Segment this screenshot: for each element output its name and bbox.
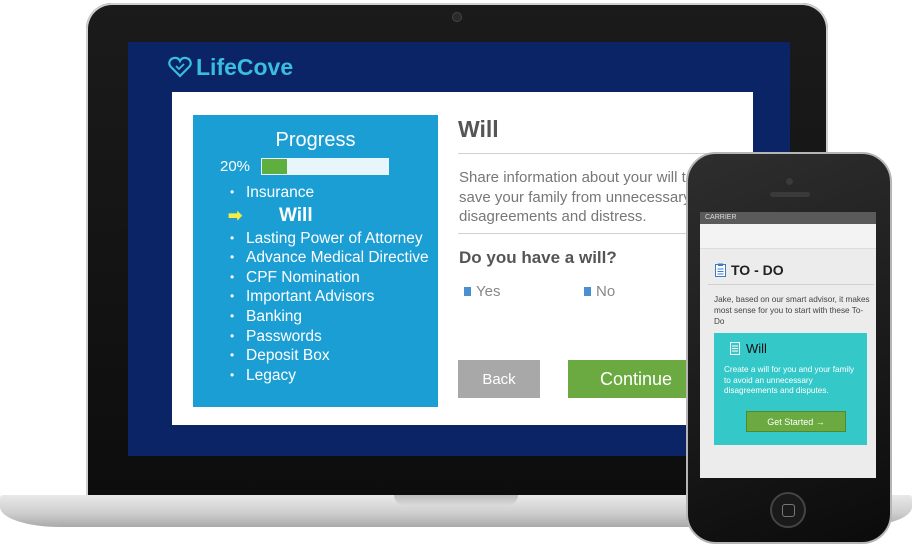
step-item-insurance[interactable]: • Insurance <box>228 183 429 203</box>
status-bar: CARRIER <box>700 212 876 224</box>
home-button[interactable] <box>770 492 806 528</box>
step-item-advance-medical-directive[interactable]: • Advance Medical Directive <box>228 248 429 268</box>
carrier-label: CARRIER <box>705 214 737 221</box>
step-item-deposit-box[interactable]: • Deposit Box <box>228 346 429 366</box>
option-no[interactable]: No <box>584 283 615 300</box>
arrow-right-icon: ➡ <box>228 205 243 225</box>
phone-camera-icon <box>786 178 793 185</box>
radio-square-icon <box>464 287 471 296</box>
document-icon <box>730 342 740 355</box>
todo-header: TO - DO <box>715 262 784 278</box>
card-header: Will <box>730 341 767 356</box>
step-item-legacy[interactable]: • Legacy <box>228 366 429 386</box>
step-item-lasting-power-of-attorney[interactable]: • Lasting Power of Attorney <box>228 229 429 249</box>
brand-logo[interactable]: LifeCove <box>168 54 293 80</box>
divider <box>458 153 730 154</box>
radio-square-icon <box>584 287 591 296</box>
step-item-will[interactable]: ➡ Will <box>228 203 429 229</box>
get-started-button[interactable]: Get Started → <box>746 411 846 432</box>
progress-panel: Progress 20% • Insurance ➡ Will • Lasting P… <box>193 115 438 407</box>
phone-speaker <box>770 192 810 197</box>
progress-title: Progress <box>275 129 356 151</box>
description: Share information about your will to sav… <box>459 169 695 225</box>
step-item-cpf-nomination[interactable]: • CPF Nomination <box>228 268 429 288</box>
camera-icon <box>452 12 462 22</box>
brand-name: LifeCove <box>196 53 294 80</box>
phone-screen: CARRIER TO - DO Jake, based on our smart… <box>700 212 876 478</box>
step-item-banking[interactable]: • Banking <box>228 307 429 327</box>
continue-button[interactable]: Continue <box>568 360 704 398</box>
advisor-text: Jake, based on our smart advisor, it mak… <box>714 295 870 326</box>
laptop-notch <box>394 495 518 505</box>
step-item-important-advisors[interactable]: • Important Advisors <box>228 287 429 307</box>
progress-bar <box>261 158 389 175</box>
todo-card-will[interactable]: Will Create a will for you and your fami… <box>714 333 867 445</box>
card-description: Create a will for you and your family to… <box>724 365 855 395</box>
app-header <box>700 224 876 249</box>
option-yes[interactable]: Yes <box>464 283 500 300</box>
progress-bar-fill <box>262 159 288 174</box>
progress-steps: • Insurance ➡ Will • Lasting Power of Attor… <box>228 183 429 385</box>
clipboard-icon <box>715 263 726 277</box>
back-button[interactable]: Back <box>458 360 540 398</box>
question-text: Do you have a will? <box>459 248 617 267</box>
todo-title: TO - DO <box>731 262 784 278</box>
page-title: Will <box>458 116 499 142</box>
divider <box>708 284 874 285</box>
card-title: Will <box>746 341 767 356</box>
step-item-passwords[interactable]: • Passwords <box>228 327 429 347</box>
heart-logo-icon <box>168 56 192 78</box>
progress-percent: 20% <box>220 158 251 175</box>
